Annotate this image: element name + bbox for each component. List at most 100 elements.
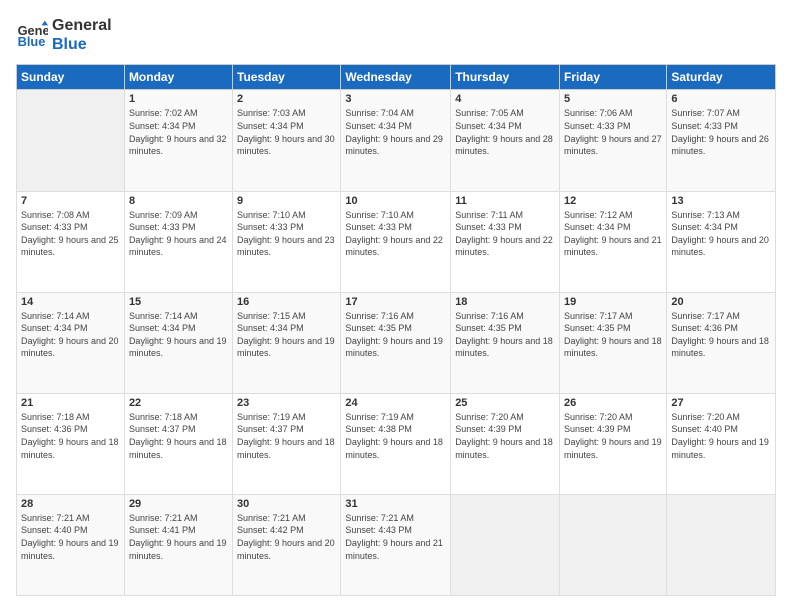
day-cell bbox=[451, 494, 560, 595]
day-info: Sunrise: 7:03 AMSunset: 4:34 PMDaylight:… bbox=[237, 107, 336, 157]
day-info: Sunrise: 7:08 AMSunset: 4:33 PMDaylight:… bbox=[21, 209, 120, 259]
day-number: 25 bbox=[455, 397, 555, 409]
day-cell: 1 Sunrise: 7:02 AMSunset: 4:34 PMDaylight… bbox=[124, 90, 232, 191]
day-cell: 7 Sunrise: 7:08 AMSunset: 4:33 PMDaylight… bbox=[17, 191, 125, 292]
page: General Blue General Blue SundayMondayTu… bbox=[0, 0, 792, 612]
day-number: 19 bbox=[564, 296, 662, 308]
day-number: 31 bbox=[345, 498, 446, 510]
day-cell: 9 Sunrise: 7:10 AMSunset: 4:33 PMDaylight… bbox=[233, 191, 341, 292]
day-number: 7 bbox=[21, 195, 120, 207]
day-info: Sunrise: 7:16 AMSunset: 4:35 PMDaylight:… bbox=[455, 310, 555, 360]
day-number: 17 bbox=[345, 296, 446, 308]
day-cell: 28Sunrise: 7:21 AMSunset: 4:40 PMDayligh… bbox=[17, 494, 125, 595]
day-cell: 30 Sunrise: 7:21 AMSunset: 4:42 PMDayligh… bbox=[233, 494, 341, 595]
day-number: 14 bbox=[21, 296, 120, 308]
day-info: Sunrise: 7:04 AMSunset: 4:34 PMDaylight:… bbox=[345, 107, 446, 157]
day-cell: 31 Sunrise: 7:21 AMSunset: 4:43 PMDayligh… bbox=[341, 494, 451, 595]
col-header-monday: Monday bbox=[124, 65, 232, 90]
day-cell: 27Sunrise: 7:20 AMSunset: 4:40 PMDayligh… bbox=[667, 393, 776, 494]
day-info: Sunrise: 7:10 AMSunset: 4:33 PMDaylight:… bbox=[237, 209, 336, 259]
col-header-thursday: Thursday bbox=[451, 65, 560, 90]
day-cell: 20Sunrise: 7:17 AMSunset: 4:36 PMDayligh… bbox=[667, 292, 776, 393]
week-row-2: 7 Sunrise: 7:08 AMSunset: 4:33 PMDaylight… bbox=[17, 191, 776, 292]
week-row-3: 14 Sunrise: 7:14 AMSunset: 4:34 PMDayligh… bbox=[17, 292, 776, 393]
day-info: Sunrise: 7:02 AMSunset: 4:34 PMDaylight:… bbox=[129, 107, 228, 157]
day-number: 29 bbox=[129, 498, 228, 510]
day-info: Sunrise: 7:17 AMSunset: 4:36 PMDaylight:… bbox=[671, 310, 771, 360]
day-info: Sunrise: 7:07 AMSunset: 4:33 PMDaylight:… bbox=[671, 107, 771, 157]
day-cell: 16 Sunrise: 7:15 AMSunset: 4:34 PMDayligh… bbox=[233, 292, 341, 393]
day-info: Sunrise: 7:20 AMSunset: 4:40 PMDaylight:… bbox=[671, 411, 771, 461]
week-row-5: 28Sunrise: 7:21 AMSunset: 4:40 PMDayligh… bbox=[17, 494, 776, 595]
day-info: Sunrise: 7:20 AMSunset: 4:39 PMDaylight:… bbox=[564, 411, 662, 461]
day-cell: 2 Sunrise: 7:03 AMSunset: 4:34 PMDaylight… bbox=[233, 90, 341, 191]
header: General Blue General Blue bbox=[16, 16, 776, 54]
day-cell: 14Sunrise: 7:14 AMSunset: 4:34 PMDayligh… bbox=[17, 292, 125, 393]
day-number: 10 bbox=[345, 195, 446, 207]
day-info: Sunrise: 7:16 AMSunset: 4:35 PMDaylight:… bbox=[345, 310, 446, 360]
day-cell: 10 Sunrise: 7:10 AMSunset: 4:33 PMDayligh… bbox=[341, 191, 451, 292]
day-number: 8 bbox=[129, 195, 228, 207]
day-cell: 17 Sunrise: 7:16 AMSunset: 4:35 PMDayligh… bbox=[341, 292, 451, 393]
calendar-table: SundayMondayTuesdayWednesdayThursdayFrid… bbox=[16, 64, 776, 596]
day-number: 18 bbox=[455, 296, 555, 308]
col-header-sunday: Sunday bbox=[17, 65, 125, 90]
day-info: Sunrise: 7:15 AMSunset: 4:34 PMDaylight:… bbox=[237, 310, 336, 360]
day-info: Sunrise: 7:17 AMSunset: 4:35 PMDaylight:… bbox=[564, 310, 662, 360]
day-info: Sunrise: 7:10 AMSunset: 4:33 PMDaylight:… bbox=[345, 209, 446, 259]
day-info: Sunrise: 7:20 AMSunset: 4:39 PMDaylight:… bbox=[455, 411, 555, 461]
day-number: 4 bbox=[455, 93, 555, 105]
day-number: 2 bbox=[237, 93, 336, 105]
day-number: 23 bbox=[237, 397, 336, 409]
col-header-saturday: Saturday bbox=[667, 65, 776, 90]
day-number: 15 bbox=[129, 296, 228, 308]
day-number: 1 bbox=[129, 93, 228, 105]
day-info: Sunrise: 7:06 AMSunset: 4:33 PMDaylight:… bbox=[564, 107, 662, 157]
week-row-1: 1 Sunrise: 7:02 AMSunset: 4:34 PMDaylight… bbox=[17, 90, 776, 191]
day-number: 6 bbox=[671, 93, 771, 105]
day-cell bbox=[17, 90, 125, 191]
day-info: Sunrise: 7:18 AMSunset: 4:36 PMDaylight:… bbox=[21, 411, 120, 461]
day-cell: 15 Sunrise: 7:14 AMSunset: 4:34 PMDayligh… bbox=[124, 292, 232, 393]
day-info: Sunrise: 7:21 AMSunset: 4:43 PMDaylight:… bbox=[345, 512, 446, 562]
logo: General Blue General Blue bbox=[16, 16, 112, 54]
day-info: Sunrise: 7:21 AMSunset: 4:40 PMDaylight:… bbox=[21, 512, 120, 562]
day-cell: 26 Sunrise: 7:20 AMSunset: 4:39 PMDayligh… bbox=[560, 393, 667, 494]
day-number: 3 bbox=[345, 93, 446, 105]
day-cell: 5 Sunrise: 7:06 AMSunset: 4:33 PMDaylight… bbox=[560, 90, 667, 191]
day-info: Sunrise: 7:14 AMSunset: 4:34 PMDaylight:… bbox=[129, 310, 228, 360]
day-number: 30 bbox=[237, 498, 336, 510]
col-header-wednesday: Wednesday bbox=[341, 65, 451, 90]
day-info: Sunrise: 7:11 AMSunset: 4:33 PMDaylight:… bbox=[455, 209, 555, 259]
day-number: 13 bbox=[671, 195, 771, 207]
day-cell: 12 Sunrise: 7:12 AMSunset: 4:34 PMDayligh… bbox=[560, 191, 667, 292]
logo-icon: General Blue bbox=[16, 19, 48, 51]
day-cell: 3 Sunrise: 7:04 AMSunset: 4:34 PMDaylight… bbox=[341, 90, 451, 191]
day-number: 12 bbox=[564, 195, 662, 207]
day-number: 21 bbox=[21, 397, 120, 409]
day-cell: 8 Sunrise: 7:09 AMSunset: 4:33 PMDaylight… bbox=[124, 191, 232, 292]
header-row: SundayMondayTuesdayWednesdayThursdayFrid… bbox=[17, 65, 776, 90]
day-cell: 23Sunrise: 7:19 AMSunset: 4:37 PMDayligh… bbox=[233, 393, 341, 494]
week-row-4: 21 Sunrise: 7:18 AMSunset: 4:36 PMDayligh… bbox=[17, 393, 776, 494]
day-cell: 13Sunrise: 7:13 AMSunset: 4:34 PMDayligh… bbox=[667, 191, 776, 292]
day-info: Sunrise: 7:19 AMSunset: 4:38 PMDaylight:… bbox=[345, 411, 446, 461]
day-cell: 11 Sunrise: 7:11 AMSunset: 4:33 PMDayligh… bbox=[451, 191, 560, 292]
logo-blue: Blue bbox=[52, 35, 112, 54]
day-cell: 24Sunrise: 7:19 AMSunset: 4:38 PMDayligh… bbox=[341, 393, 451, 494]
day-cell: 19 Sunrise: 7:17 AMSunset: 4:35 PMDayligh… bbox=[560, 292, 667, 393]
day-cell: 21 Sunrise: 7:18 AMSunset: 4:36 PMDayligh… bbox=[17, 393, 125, 494]
day-number: 5 bbox=[564, 93, 662, 105]
day-number: 11 bbox=[455, 195, 555, 207]
day-cell: 4Sunrise: 7:05 AMSunset: 4:34 PMDaylight… bbox=[451, 90, 560, 191]
day-info: Sunrise: 7:12 AMSunset: 4:34 PMDaylight:… bbox=[564, 209, 662, 259]
day-info: Sunrise: 7:21 AMSunset: 4:42 PMDaylight:… bbox=[237, 512, 336, 562]
day-info: Sunrise: 7:18 AMSunset: 4:37 PMDaylight:… bbox=[129, 411, 228, 461]
day-number: 26 bbox=[564, 397, 662, 409]
day-info: Sunrise: 7:21 AMSunset: 4:41 PMDaylight:… bbox=[129, 512, 228, 562]
day-cell: 6 Sunrise: 7:07 AMSunset: 4:33 PMDaylight… bbox=[667, 90, 776, 191]
day-cell bbox=[667, 494, 776, 595]
day-number: 16 bbox=[237, 296, 336, 308]
day-number: 9 bbox=[237, 195, 336, 207]
day-info: Sunrise: 7:09 AMSunset: 4:33 PMDaylight:… bbox=[129, 209, 228, 259]
